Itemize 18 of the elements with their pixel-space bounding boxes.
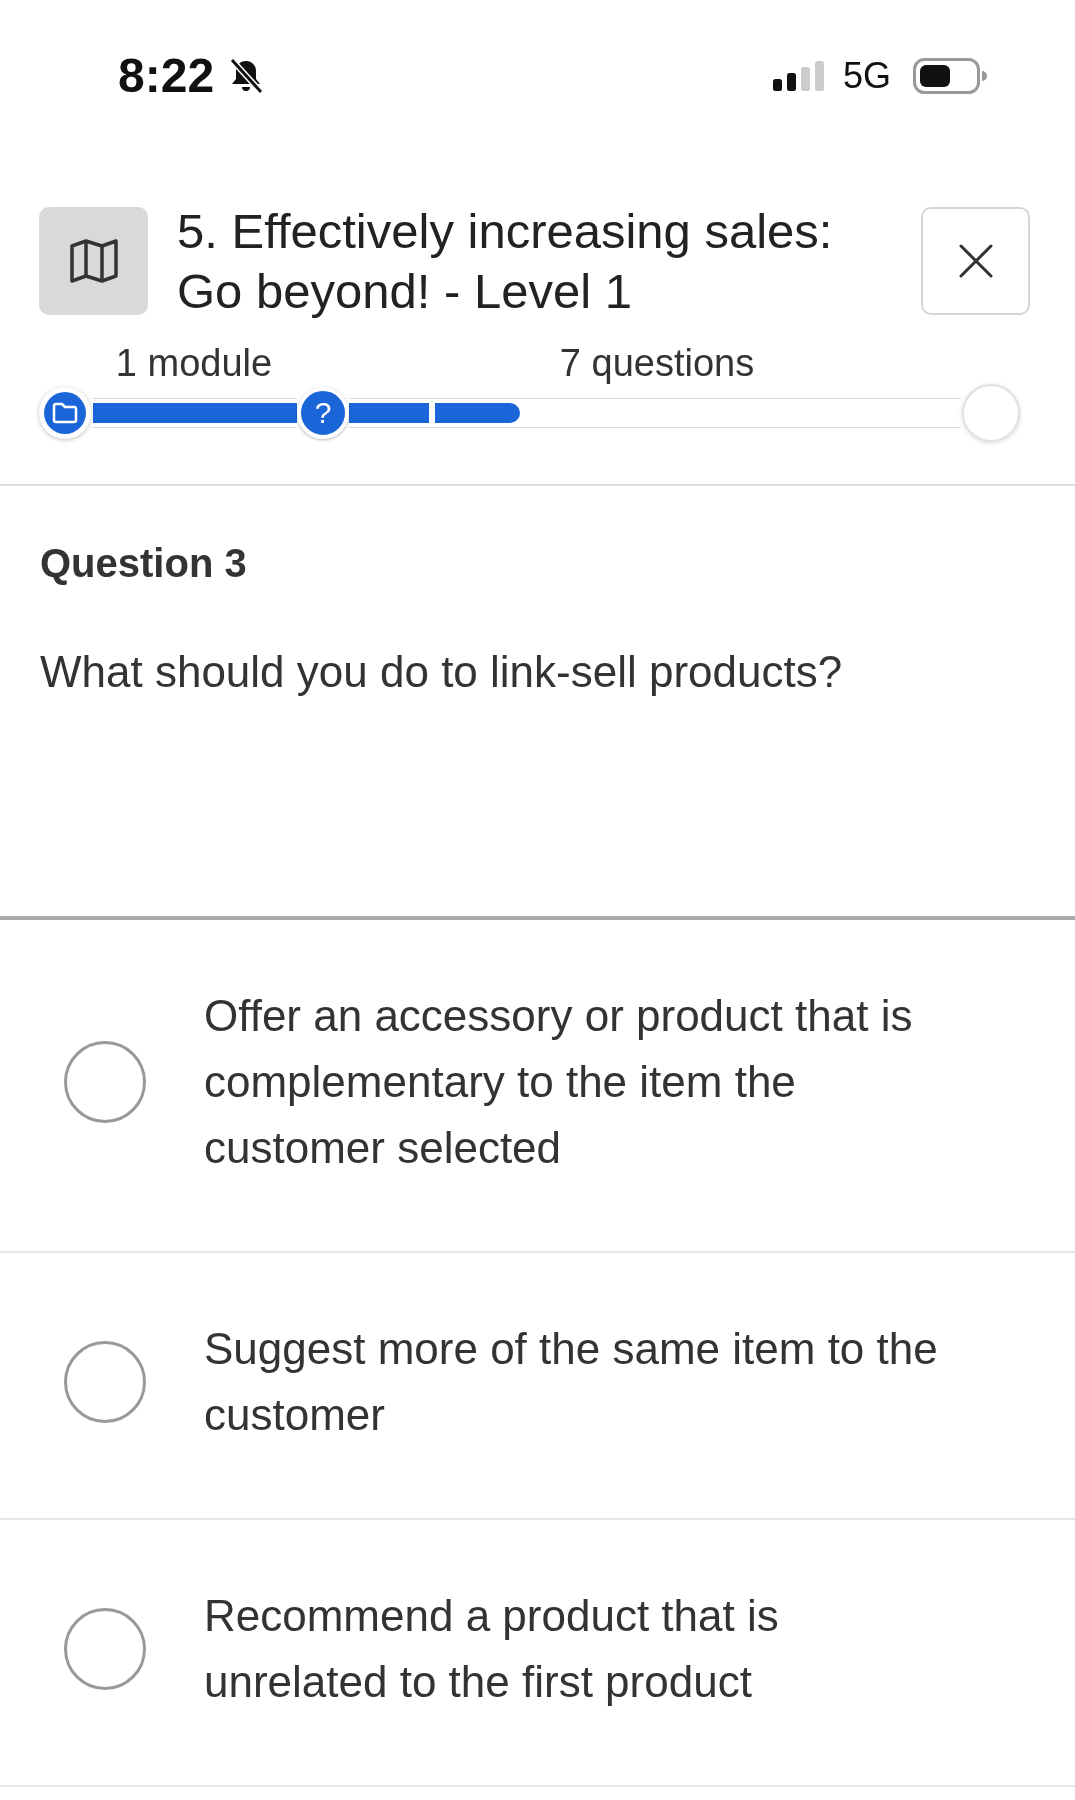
close-button[interactable] <box>921 207 1030 315</box>
map-icon <box>39 207 148 315</box>
status-time: 8:22 <box>118 52 215 100</box>
question-text: What should you do to link-sell products? <box>40 646 844 698</box>
course-title: 5. Effectively increasing sales: Go beyond! - Level 1 <box>177 203 834 320</box>
question-heading: Question 3 <box>40 540 248 587</box>
network-label: 5G <box>842 58 891 94</box>
close-icon <box>957 243 994 279</box>
radio-button[interactable] <box>64 1341 146 1423</box>
progress-label: 1 module <box>115 341 273 385</box>
battery-icon <box>913 58 987 94</box>
answer-option[interactable]: Suggest more of the same item to the customer <box>204 1316 960 1448</box>
answer-option[interactable]: Recommend a product that is unrelated to the first product <box>204 1583 960 1715</box>
answer-option[interactable]: Offer an accessory or product that is complementary to the item the customer selected <box>204 983 960 1181</box>
radio-button[interactable] <box>64 1041 146 1123</box>
radio-button[interactable] <box>64 1608 146 1690</box>
progress-label: 7 questions <box>559 341 755 385</box>
signal-icon <box>772 61 825 91</box>
